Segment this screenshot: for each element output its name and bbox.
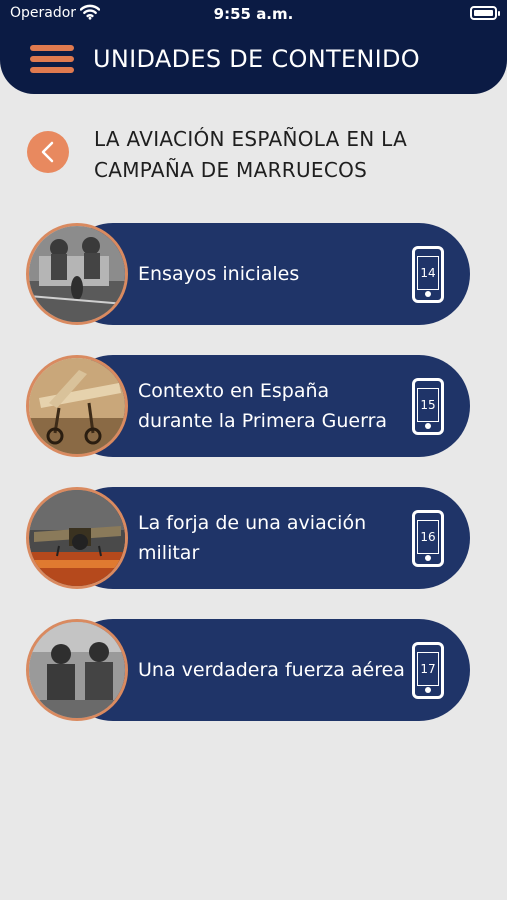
unit-label: La forja de una aviación militar	[138, 512, 367, 564]
unit-thumbnail	[26, 487, 128, 589]
unit-thumbnail	[26, 355, 128, 457]
unit-item-14[interactable]: Ensayos iniciales 14	[26, 223, 470, 325]
unit-number: 16	[417, 520, 439, 554]
unit-number: 14	[417, 256, 439, 290]
phone-icon: 14	[412, 246, 444, 303]
phone-icon: 15	[412, 378, 444, 435]
unit-item-17[interactable]: Una verdadera fuerza aérea 17	[26, 619, 470, 721]
section-title-line-1: LA AVIACIÓN ESPAÑOLA EN LA	[94, 127, 408, 151]
chevron-left-icon	[41, 141, 54, 163]
section-title-line-2: CAMPAÑA DE MARRUECOS	[94, 158, 368, 182]
unit-number: 17	[417, 652, 439, 686]
unit-thumbnail	[26, 619, 128, 721]
battery-icon	[470, 6, 500, 20]
unit-item-16[interactable]: La forja de una aviación militar 16	[26, 487, 470, 589]
unit-number: 15	[417, 388, 439, 422]
header-title: UNIDADES DE CONTENIDO	[93, 45, 420, 73]
app-header: UNIDADES DE CONTENIDO	[0, 28, 507, 94]
back-button[interactable]	[27, 131, 69, 173]
unit-label: Una verdadera fuerza aérea	[138, 659, 405, 681]
hamburger-icon[interactable]	[30, 45, 74, 75]
phone-icon: 17	[412, 642, 444, 699]
unit-thumbnail	[26, 223, 128, 325]
status-bar: Operador 9:55 a.m.	[0, 0, 507, 28]
unit-label: Ensayos iniciales	[138, 263, 300, 285]
section-title: LA AVIACIÓN ESPAÑOLA EN LA CAMPAÑA DE MA…	[94, 124, 494, 186]
unit-item-15[interactable]: Contexto en España durante la Primera Gu…	[26, 355, 470, 457]
unit-label: Contexto en España durante la Primera Gu…	[138, 380, 388, 432]
phone-icon: 16	[412, 510, 444, 567]
clock: 9:55 a.m.	[213, 5, 294, 23]
